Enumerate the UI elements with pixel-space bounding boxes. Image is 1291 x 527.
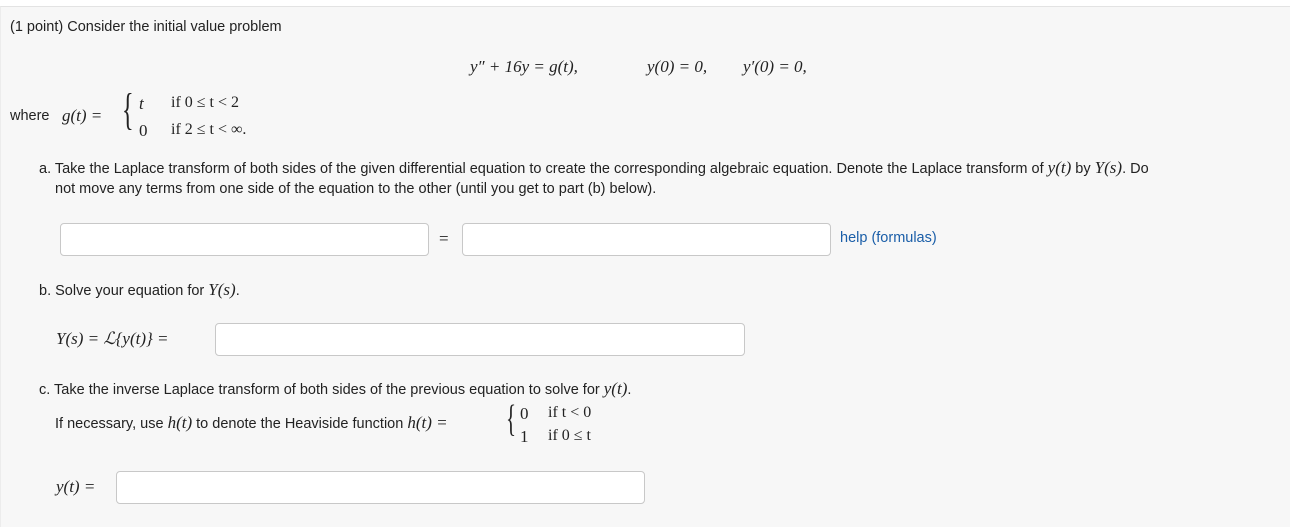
initial-condition-1: y(0) = 0,: [647, 57, 708, 76]
Y-of-s-input[interactable]: [215, 323, 745, 356]
initial-condition-2: y′(0) = 0,: [743, 57, 807, 76]
part-c-instructions: c. Take the inverse Laplace transform of…: [39, 379, 632, 398]
g-case1-condition: if 0 ≤ t < 2: [171, 94, 240, 111]
g-case1-value: t: [139, 94, 144, 113]
heaviside-brace: {: [506, 398, 517, 440]
part-c-label: y(t) =: [56, 477, 96, 496]
g-case2-value: 0: [139, 121, 148, 140]
ode-equation: y″ + 16y = g(t),: [470, 57, 578, 76]
piecewise-brace: {: [122, 85, 134, 134]
h-case1-condition: if t < 0: [548, 404, 592, 421]
part-b-label: Y(s) = ℒ{y(t)} =: [56, 329, 169, 348]
part-a-instructions-line2: not move any terms from one side of the …: [55, 181, 657, 197]
laplace-left-input[interactable]: [60, 223, 429, 256]
g-case2-condition: if 2 ≤ t < ∞.: [171, 121, 247, 138]
part-a-instructions: a. Take the Laplace transform of both si…: [39, 158, 1149, 177]
problem-panel: (1 point) Consider the initial value pro…: [0, 6, 1290, 527]
where-label: where: [10, 108, 50, 124]
equals-sign: =: [439, 229, 449, 248]
problem-intro: (1 point) Consider the initial value pro…: [10, 19, 282, 35]
y-of-t-input[interactable]: [116, 471, 645, 504]
heaviside-note: If necessary, use h(t) to denote the Hea…: [55, 413, 448, 432]
help-formulas-link[interactable]: help (formulas): [840, 230, 937, 246]
part-b-instructions: b. Solve your equation for Y(s).: [39, 280, 240, 299]
h-case2-condition: if 0 ≤ t: [548, 427, 591, 444]
h-case1-value: 0: [520, 404, 529, 423]
h-case2-value: 1: [520, 427, 529, 446]
laplace-right-input[interactable]: [462, 223, 831, 256]
g-definition: g(t) =: [62, 106, 103, 125]
